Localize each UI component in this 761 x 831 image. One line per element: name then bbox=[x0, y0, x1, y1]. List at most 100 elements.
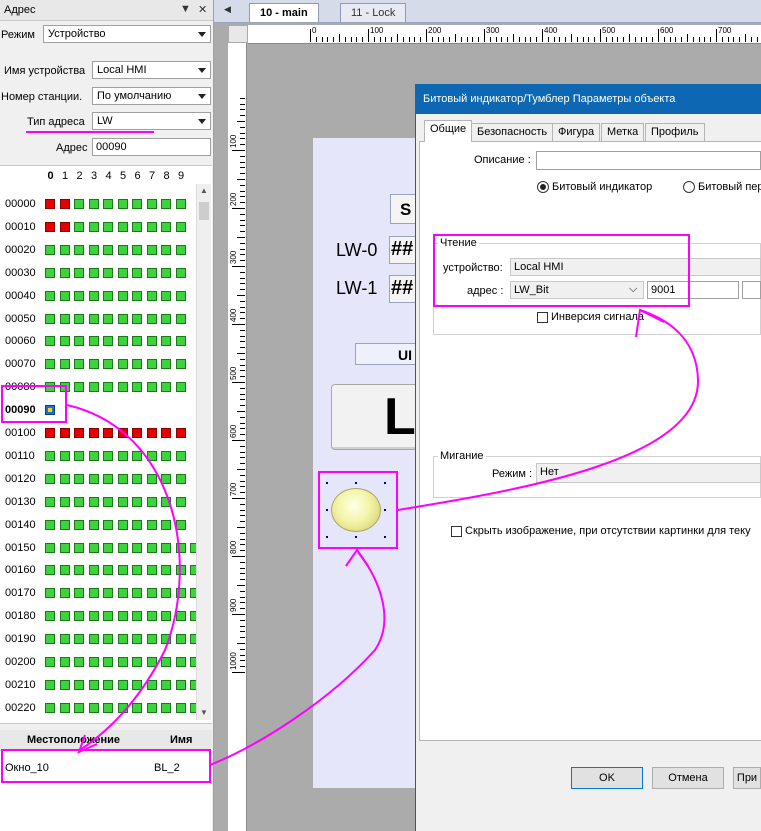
bit-cell[interactable] bbox=[146, 313, 157, 324]
tab-profile[interactable]: Профиль bbox=[645, 123, 705, 141]
bit-cell[interactable] bbox=[45, 473, 55, 484]
bit-cell[interactable] bbox=[161, 267, 171, 278]
bit-cell[interactable] bbox=[59, 336, 70, 347]
bit-cell[interactable] bbox=[103, 313, 113, 324]
bit-cell[interactable] bbox=[161, 428, 171, 438]
bit-cell[interactable] bbox=[59, 221, 70, 232]
bit-cell[interactable] bbox=[175, 244, 186, 255]
bit-cell[interactable] bbox=[132, 473, 142, 484]
bit-cell[interactable] bbox=[117, 565, 128, 576]
bit-cell[interactable] bbox=[45, 428, 55, 438]
bit-cell[interactable] bbox=[103, 473, 113, 484]
bit-cell[interactable] bbox=[132, 702, 142, 713]
bit-cell[interactable] bbox=[161, 565, 171, 576]
bit-cell[interactable] bbox=[88, 267, 99, 278]
bit-cell[interactable] bbox=[45, 565, 55, 576]
bit-cell[interactable] bbox=[45, 290, 55, 301]
bit-cell[interactable] bbox=[59, 519, 70, 530]
bit-cell[interactable] bbox=[132, 313, 142, 324]
bit-cell[interactable] bbox=[146, 634, 157, 645]
bit-cell[interactable] bbox=[117, 450, 128, 461]
bit-cell[interactable] bbox=[45, 336, 55, 347]
bit-cell[interactable] bbox=[103, 588, 113, 599]
bit-cell[interactable] bbox=[88, 244, 99, 255]
bit-cell[interactable] bbox=[74, 290, 84, 301]
bit-cell[interactable] bbox=[146, 542, 157, 553]
bit-cell[interactable] bbox=[146, 359, 157, 370]
bit-cell[interactable] bbox=[59, 679, 70, 690]
bit-cell[interactable] bbox=[161, 519, 171, 530]
bit-cell[interactable] bbox=[175, 336, 186, 347]
bit-cell[interactable] bbox=[74, 267, 84, 278]
bit-cell[interactable] bbox=[175, 313, 186, 324]
bit-cell[interactable] bbox=[161, 634, 171, 645]
bit-cell[interactable] bbox=[132, 199, 142, 209]
bit-cell[interactable] bbox=[45, 542, 55, 553]
bit-cell[interactable] bbox=[132, 496, 142, 507]
bit-cell[interactable] bbox=[103, 611, 113, 622]
bit-cell[interactable] bbox=[59, 290, 70, 301]
scroll-down-icon[interactable]: ▼ bbox=[200, 708, 208, 717]
bit-cell[interactable] bbox=[132, 657, 142, 667]
bit-cell[interactable] bbox=[103, 359, 113, 370]
ruler-corner-icon[interactable] bbox=[228, 25, 248, 43]
bit-cell[interactable] bbox=[74, 473, 84, 484]
bit-cell[interactable] bbox=[59, 565, 70, 576]
cancel-button[interactable]: Отмена bbox=[652, 767, 724, 789]
bit-cell[interactable] bbox=[45, 634, 55, 645]
bit-cell[interactable] bbox=[74, 244, 84, 255]
bit-cell[interactable] bbox=[45, 313, 55, 324]
bit-cell[interactable] bbox=[88, 519, 99, 530]
bit-cell[interactable] bbox=[88, 588, 99, 599]
bit-cell[interactable] bbox=[175, 359, 186, 370]
bit-cell[interactable] bbox=[45, 702, 55, 713]
bit-cell[interactable] bbox=[103, 244, 113, 255]
close-icon[interactable]: ✕ bbox=[198, 3, 207, 16]
bit-cell[interactable] bbox=[146, 290, 157, 301]
bit-cell[interactable] bbox=[88, 450, 99, 461]
bit-cell[interactable] bbox=[103, 382, 113, 393]
bit-cell[interactable] bbox=[59, 634, 70, 645]
bit-cell[interactable] bbox=[45, 588, 55, 599]
bit-cell[interactable] bbox=[132, 244, 142, 255]
bit-cell[interactable] bbox=[175, 290, 186, 301]
bit-cell[interactable] bbox=[146, 611, 157, 622]
bit-cell[interactable] bbox=[103, 542, 113, 553]
bit-cell[interactable] bbox=[175, 565, 186, 576]
bit-cell[interactable] bbox=[175, 496, 186, 507]
bit-cell[interactable] bbox=[74, 382, 84, 393]
bit-cell[interactable] bbox=[74, 428, 84, 438]
bit-cell[interactable] bbox=[45, 679, 55, 690]
scroll-up-icon[interactable]: ▲ bbox=[200, 186, 208, 195]
bit-cell[interactable] bbox=[88, 428, 99, 438]
bit-cell[interactable] bbox=[175, 221, 186, 232]
bit-cell[interactable] bbox=[161, 496, 171, 507]
bit-cell[interactable] bbox=[132, 611, 142, 622]
bit-cell[interactable] bbox=[161, 588, 171, 599]
bit-cell[interactable] bbox=[175, 428, 186, 438]
bit-cell[interactable] bbox=[117, 221, 128, 232]
bit-cell[interactable] bbox=[103, 657, 113, 667]
bit-cell[interactable] bbox=[59, 244, 70, 255]
bit-cell[interactable] bbox=[117, 588, 128, 599]
bit-cell[interactable] bbox=[59, 428, 70, 438]
radio-bit-indicator[interactable] bbox=[537, 181, 549, 193]
bit-cell[interactable] bbox=[146, 244, 157, 255]
bit-cell[interactable] bbox=[175, 588, 186, 599]
bit-cell[interactable] bbox=[161, 382, 171, 393]
bit-cell[interactable] bbox=[132, 359, 142, 370]
bit-cell[interactable] bbox=[88, 382, 99, 393]
bit-cell[interactable] bbox=[146, 565, 157, 576]
address-type-select[interactable]: LW bbox=[92, 112, 211, 130]
grid-scrollbar[interactable]: ▲ ▼ bbox=[196, 184, 211, 720]
mode-select[interactable]: Устройство bbox=[43, 25, 211, 43]
bit-cell[interactable] bbox=[132, 679, 142, 690]
bit-cell[interactable] bbox=[146, 496, 157, 507]
bit-cell[interactable] bbox=[132, 221, 142, 232]
bit-cell[interactable] bbox=[103, 565, 113, 576]
bit-cell[interactable] bbox=[103, 428, 113, 438]
radio-bit-switch[interactable] bbox=[683, 181, 695, 193]
bit-cell[interactable] bbox=[146, 450, 157, 461]
bit-cell[interactable] bbox=[59, 588, 70, 599]
bit-cell[interactable] bbox=[146, 473, 157, 484]
